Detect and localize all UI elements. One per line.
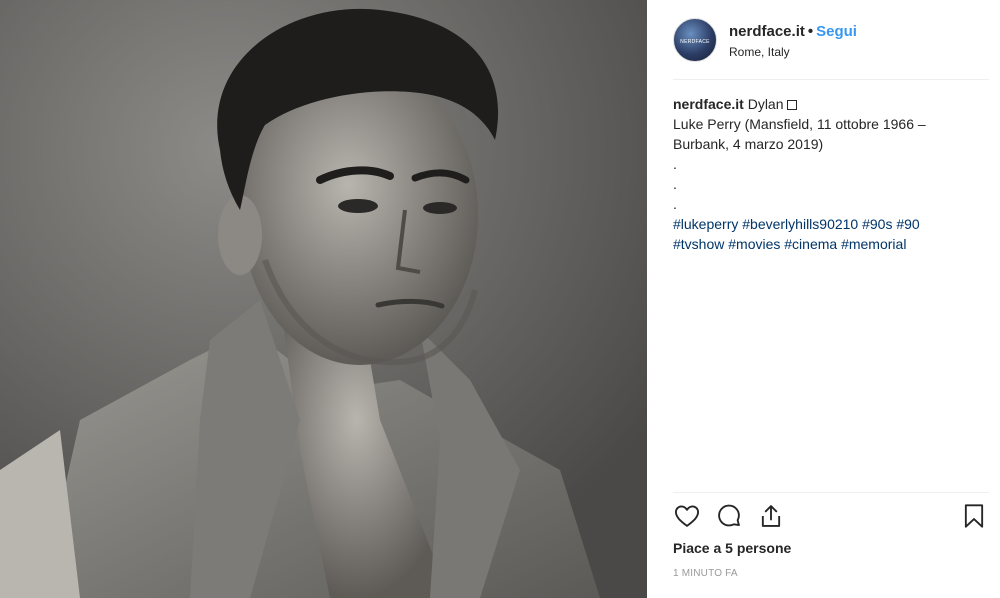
- separator-dot: •: [807, 22, 814, 40]
- caption-line-1: Luke Perry (Mansfield, 11 ottobre 1966 –: [673, 116, 926, 132]
- bookmark-icon[interactable]: [960, 502, 990, 532]
- post-side-panel: NERDFACE nerdface.it • Segui Rome, Italy n…: [647, 0, 1000, 598]
- hashtags-line-2[interactable]: #tvshow #movies #cinema #memorial: [673, 234, 991, 254]
- header-username[interactable]: nerdface.it: [729, 23, 805, 40]
- caption-dot-2: .: [673, 176, 677, 192]
- avatar-logo-text: NERDFACE: [680, 39, 710, 45]
- follow-button[interactable]: Segui: [816, 23, 857, 40]
- caption-line-2: Burbank, 4 marzo 2019): [673, 136, 824, 152]
- caption-title: Dylan: [747, 96, 784, 112]
- actions-divider: [673, 492, 989, 493]
- share-icon[interactable]: [757, 502, 787, 532]
- avatar[interactable]: NERDFACE: [673, 18, 717, 62]
- post-caption: nerdface.it Dylan Luke Perry (Mansfield,…: [673, 94, 991, 254]
- caption-username[interactable]: nerdface.it: [673, 96, 744, 112]
- post-header: NERDFACE nerdface.it • Segui Rome, Italy: [673, 14, 989, 66]
- action-bar: [673, 502, 989, 534]
- caption-dot-3: .: [673, 196, 677, 212]
- header-user-line: nerdface.it • Segui: [729, 22, 857, 42]
- likes-count[interactable]: Piace a 5 persone: [673, 540, 791, 556]
- caption-dot-1: .: [673, 156, 677, 172]
- header-divider: [673, 79, 989, 80]
- location-link[interactable]: Rome, Italy: [729, 45, 857, 59]
- comment-icon[interactable]: [715, 502, 745, 532]
- caption-first-line: nerdface.it Dylan: [673, 94, 991, 114]
- emoji-placeholder-icon: [786, 100, 797, 110]
- post-photo[interactable]: [0, 0, 647, 598]
- header-text: nerdface.it • Segui Rome, Italy: [729, 22, 857, 59]
- post-timestamp[interactable]: 1 MINUTO FA: [673, 568, 738, 579]
- hashtags-line-1[interactable]: #lukeperry #beverlyhills90210 #90s #90: [673, 214, 991, 234]
- portrait-image: [0, 0, 647, 598]
- heart-icon[interactable]: [673, 502, 703, 532]
